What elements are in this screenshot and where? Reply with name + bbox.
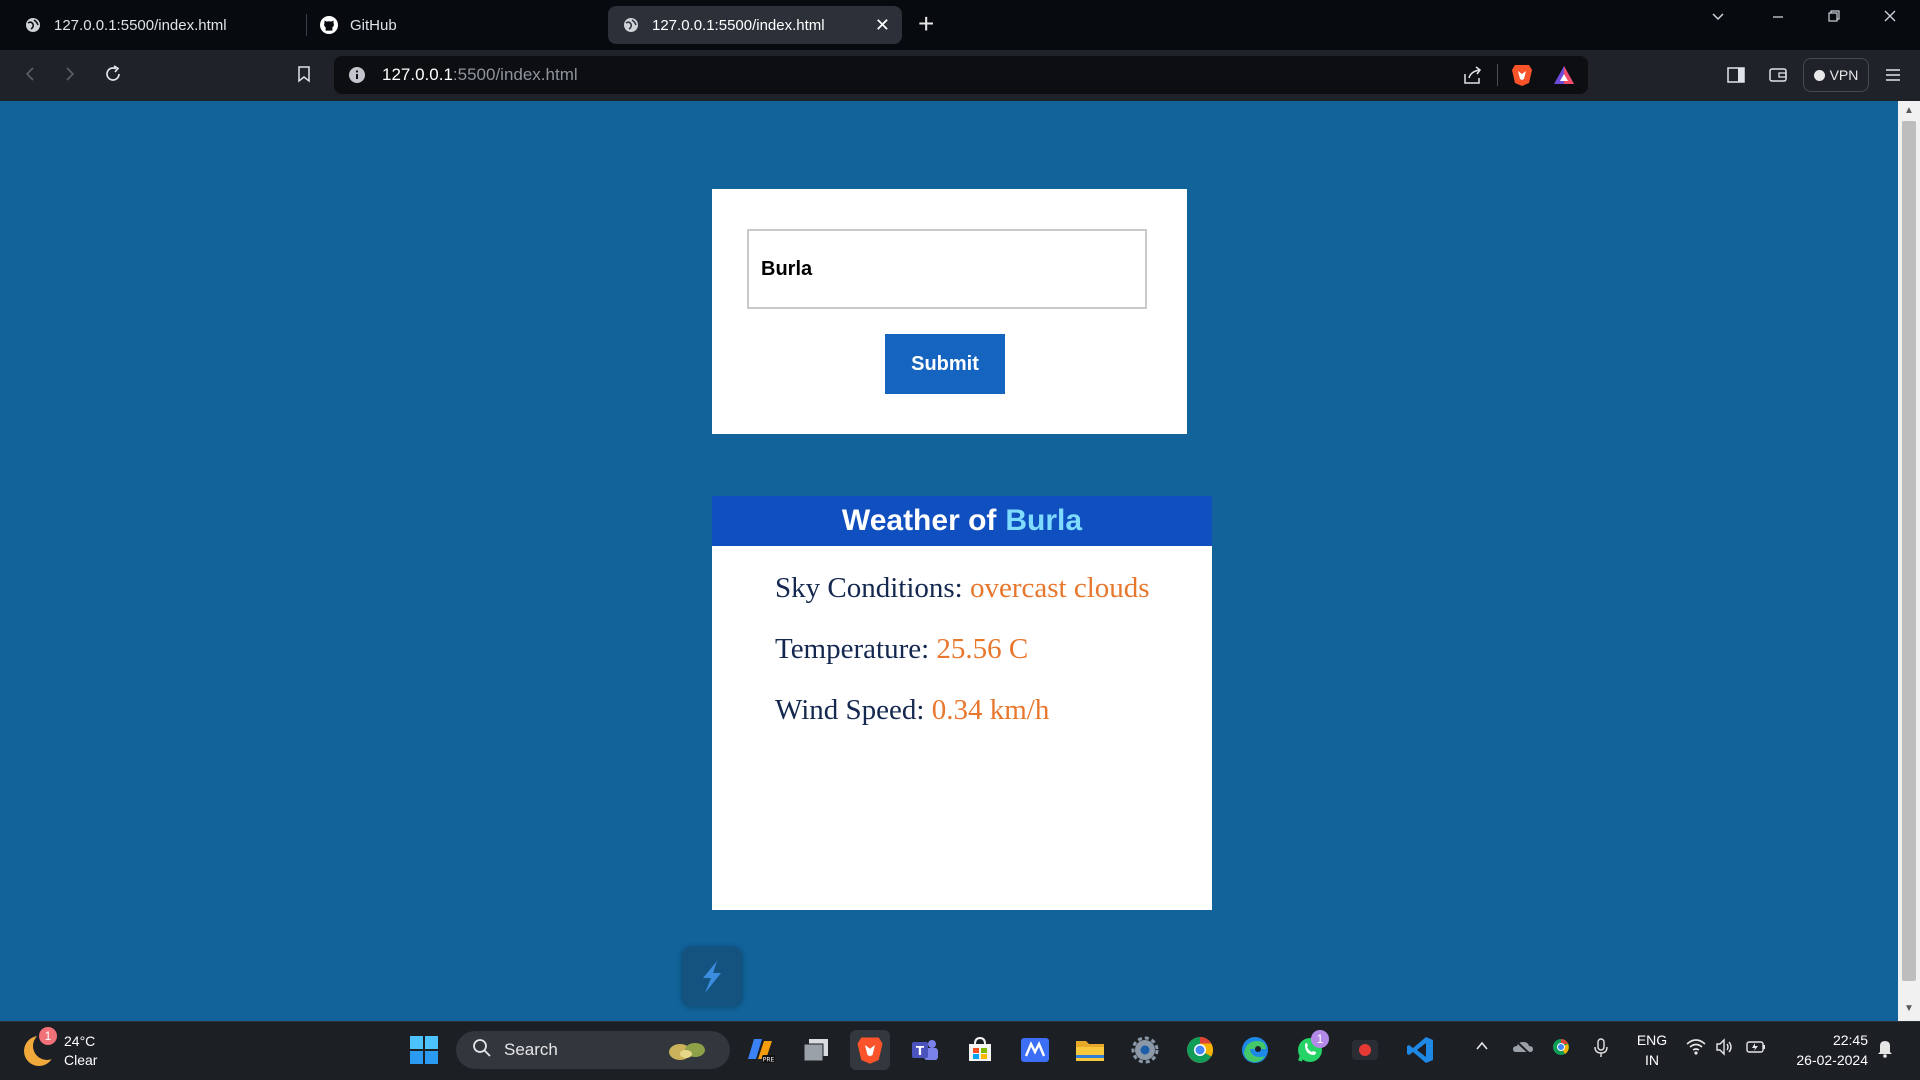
whatsapp-badge: 1 [1311, 1030, 1329, 1048]
vpn-status-icon [1813, 69, 1825, 81]
close-window-icon[interactable] [1882, 8, 1898, 28]
screen-recorder-icon[interactable] [1345, 1030, 1385, 1070]
url-text: 127.0.0.1:5500/index.html [382, 65, 578, 85]
globe-icon [622, 16, 640, 34]
weather-widget-temp: 24°C [64, 1033, 96, 1049]
wind-speed-value: 0.34 km/h [931, 694, 1050, 726]
page-scrollbar[interactable]: ▲ ▼ [1898, 101, 1920, 1021]
vpn-label: VPN [1829, 67, 1859, 83]
markdown-editor-icon[interactable] [1015, 1030, 1055, 1070]
weather-result-header: Weather of Burla [712, 496, 1212, 546]
temperature-value: 25.56 C [936, 633, 1029, 665]
bookmark-icon[interactable] [292, 62, 316, 86]
microphone-icon[interactable] [1593, 1038, 1609, 1061]
tab-github[interactable]: GitHub [306, 6, 596, 44]
sidebar-toggle-icon[interactable] [1723, 62, 1749, 88]
tab-title: 127.0.0.1:5500/index.html [652, 16, 825, 34]
clock-date: 26-02-2024 [1796, 1052, 1868, 1068]
weather-result-card: Weather of Burla Sky Conditions: overcas… [712, 496, 1212, 910]
search-form-card: Submit [712, 189, 1187, 434]
chrome-tray-icon[interactable] [1552, 1038, 1570, 1059]
minimize-icon[interactable] [1770, 8, 1786, 28]
tab-list-chevron-icon[interactable] [1710, 8, 1726, 28]
system-clock[interactable]: 22:45 26-02-2024 [1786, 1030, 1868, 1070]
share-icon[interactable] [1462, 65, 1484, 90]
sky-conditions-row: Sky Conditions: overcast clouds [775, 572, 1150, 605]
brave-browser-taskbar-icon[interactable] [850, 1030, 890, 1070]
wifi-icon[interactable] [1686, 1038, 1706, 1059]
brave-rewards-icon[interactable] [1553, 65, 1575, 90]
scroll-up-icon[interactable]: ▲ [1904, 105, 1914, 116]
file-explorer-icon[interactable] [1070, 1030, 1110, 1070]
url-host: 127.0.0.1 [382, 65, 453, 84]
address-bar[interactable]: 127.0.0.1:5500/index.html [334, 56, 1588, 94]
wallet-icon[interactable] [1765, 62, 1791, 88]
reload-icon[interactable] [101, 62, 125, 86]
search-label: Search [504, 1040, 558, 1059]
svg-text:T: T [916, 1044, 925, 1058]
tab-title: 127.0.0.1:5500/index.html [54, 16, 227, 34]
restore-icon[interactable] [1826, 8, 1842, 28]
show-hidden-icons-chevron[interactable] [1474, 1038, 1490, 1057]
lightning-icon [703, 961, 721, 993]
chrome-icon[interactable] [1180, 1030, 1220, 1070]
tab-localhost-active[interactable]: 127.0.0.1:5500/index.html ✕ [608, 6, 902, 44]
wind-speed-label: Wind Speed: [775, 694, 925, 726]
temperature-row: Temperature: 25.56 C [775, 633, 1028, 666]
scroll-thumb[interactable] [1902, 121, 1916, 981]
close-tab-icon[interactable]: ✕ [875, 15, 890, 36]
edge-icon[interactable] [1235, 1030, 1275, 1070]
start-button[interactable] [404, 1030, 444, 1070]
scroll-down-icon[interactable]: ▼ [1904, 1003, 1914, 1014]
taskbar-search[interactable]: Search [456, 1031, 730, 1069]
input-language-indicator[interactable]: ENG IN [1634, 1030, 1670, 1070]
search-icon [472, 1038, 492, 1063]
tab-localhost-1[interactable]: 127.0.0.1:5500/index.html [10, 6, 300, 44]
language-region: IN [1645, 1052, 1659, 1068]
weather-widget-desc: Clear [64, 1052, 98, 1068]
vpn-button[interactable]: VPN [1803, 58, 1869, 92]
volume-icon[interactable] [1715, 1038, 1735, 1059]
battery-charging-icon[interactable] [1745, 1038, 1767, 1059]
vscode-icon[interactable] [1400, 1030, 1440, 1070]
settings-gear-icon[interactable] [1125, 1030, 1165, 1070]
sky-value: overcast clouds [970, 572, 1150, 604]
floating-extension-button[interactable] [682, 947, 742, 1007]
back-arrow-icon[interactable] [18, 62, 42, 86]
new-tab-button[interactable]: + [918, 9, 934, 39]
notification-bell-icon[interactable] [1876, 1038, 1894, 1061]
forward-arrow-icon[interactable] [58, 62, 82, 86]
microsoft-store-icon[interactable] [960, 1030, 1000, 1070]
language-code: ENG [1636, 1032, 1668, 1048]
site-info-icon[interactable] [348, 66, 366, 89]
url-path: :5500/index.html [452, 65, 578, 84]
svg-text:PRE: PRE [763, 1057, 775, 1064]
weather-city-name: Burla [1005, 504, 1083, 537]
wind-speed-row: Wind Speed: 0.34 km/h [775, 694, 1049, 727]
teams-icon[interactable]: T [905, 1030, 945, 1070]
github-icon [320, 16, 338, 34]
tab-title: GitHub [350, 16, 397, 34]
windows-logo-icon [410, 1036, 438, 1064]
divider [1497, 64, 1498, 86]
weather-title-prefix: Weather of [841, 504, 997, 537]
globe-icon [24, 16, 42, 34]
weather-widget[interactable]: 24°C Clear [24, 1032, 97, 1070]
temperature-label: Temperature: [775, 633, 930, 665]
onedrive-offline-icon[interactable] [1512, 1038, 1534, 1059]
weather-badge: 1 [39, 1027, 57, 1045]
submit-button[interactable]: Submit [885, 334, 1005, 394]
copilot-icon[interactable]: PRE [740, 1030, 780, 1070]
task-view-icon[interactable] [796, 1030, 836, 1070]
menu-icon[interactable] [1880, 62, 1906, 88]
clock-time: 22:45 [1832, 1032, 1868, 1048]
sky-label: Sky Conditions: [775, 572, 963, 604]
brave-shields-icon[interactable] [1511, 63, 1533, 92]
city-input[interactable] [747, 229, 1147, 309]
search-highlight-icon [666, 1037, 710, 1068]
